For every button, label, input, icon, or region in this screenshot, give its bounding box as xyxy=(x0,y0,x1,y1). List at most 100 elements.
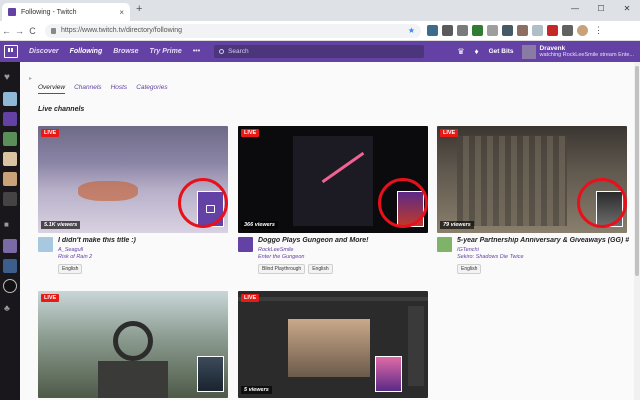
stream-thumbnail[interactable]: LIVE 366 viewers xyxy=(238,126,428,233)
tab-categories[interactable]: Categories xyxy=(136,84,167,94)
get-bits-button[interactable]: Get Bits xyxy=(489,48,514,55)
expand-sidebar-icon[interactable]: ▸ xyxy=(29,75,32,82)
tab-hosts[interactable]: Hosts xyxy=(111,84,128,94)
tab-channels[interactable]: Channels xyxy=(74,84,101,94)
nav-browse[interactable]: Browse xyxy=(113,48,138,55)
channel-card: LIVE 5.1K viewers I didn't make this tit… xyxy=(38,126,228,277)
followed-channel-avatar[interactable] xyxy=(3,112,17,126)
extension-icon[interactable] xyxy=(487,25,498,36)
stream-title[interactable]: I didn't make this title :) xyxy=(58,237,230,244)
thumbnail-fire-shape xyxy=(78,181,138,201)
top-nav-actions: ♛ ♦ Get Bits xyxy=(457,47,513,56)
extension-icon[interactable] xyxy=(517,25,528,36)
game-name[interactable]: Sekiro: Shadows Die Twice xyxy=(457,254,524,260)
nav-try-prime[interactable]: Try Prime xyxy=(150,48,182,55)
tag[interactable]: English xyxy=(308,264,333,274)
extension-icon[interactable] xyxy=(532,25,543,36)
thumbnail-arena-shape xyxy=(293,136,373,226)
extension-icon[interactable] xyxy=(442,25,453,36)
followed-channels-sidebar: ♥ ■ ♣ xyxy=(0,62,20,400)
section-title: Live channels xyxy=(38,106,85,113)
close-window-button[interactable]: ✕ xyxy=(614,0,640,16)
live-badge: LIVE xyxy=(41,129,60,137)
followed-channel-avatar[interactable] xyxy=(3,192,17,206)
followed-channel-avatar[interactable] xyxy=(3,279,17,293)
extension-icon[interactable] xyxy=(472,25,483,36)
stream-thumbnail[interactable]: LIVE 5 viewers xyxy=(238,291,428,398)
channel-card: LIVE 5 viewers xyxy=(238,291,428,398)
channel-name[interactable]: A_Seagull xyxy=(58,247,83,253)
following-tabs: Overview Channels Hosts Categories xyxy=(38,84,168,94)
friends-heart-icon[interactable]: ♥ xyxy=(4,72,10,83)
extension-icon[interactable] xyxy=(457,25,468,36)
stream-title[interactable]: Doggo Plays Gungeon and More! xyxy=(258,237,430,244)
stream-thumbnail[interactable]: LIVE xyxy=(38,291,228,398)
maximize-button[interactable]: ☐ xyxy=(588,0,614,16)
tag[interactable]: Blind Playthrough xyxy=(258,264,306,274)
avatar[interactable] xyxy=(238,237,253,252)
followed-channel-avatar[interactable] xyxy=(3,172,17,186)
stream-thumbnail[interactable]: LIVE 79 viewers xyxy=(437,126,627,233)
followed-channel-avatar[interactable] xyxy=(3,92,17,106)
game-name[interactable]: Risk of Rain 2 xyxy=(58,254,92,260)
nav-discover[interactable]: Discover xyxy=(29,48,59,55)
new-tab-button[interactable]: + xyxy=(136,3,142,15)
followed-channel-avatar[interactable] xyxy=(3,132,17,146)
tab-overview[interactable]: Overview xyxy=(38,84,66,94)
extension-icon[interactable] xyxy=(502,25,513,36)
extension-icon[interactable] xyxy=(562,25,573,36)
crown-icon[interactable]: ♛ xyxy=(457,47,464,56)
bookmark-star-icon[interactable]: ★ xyxy=(408,26,415,35)
url-field[interactable]: https://www.twitch.tv/directory/followin… xyxy=(45,23,421,38)
tab-title: Following - Twitch xyxy=(21,8,77,16)
thumbnail-building-shape xyxy=(457,136,567,226)
twitch-logo-icon[interactable] xyxy=(4,45,18,58)
add-friends-icon[interactable]: ♣ xyxy=(4,303,10,313)
card-meta: I didn't make this title :) A_Seagull Ri… xyxy=(38,237,228,277)
thumbnail-artwork-shape xyxy=(288,319,370,377)
forward-button[interactable]: → xyxy=(13,26,26,36)
profile-avatar-icon[interactable] xyxy=(577,25,588,36)
extension-icon[interactable] xyxy=(547,25,558,36)
browser-menu-icon[interactable]: ⋮ xyxy=(592,25,605,36)
channel-name[interactable]: IGTenchi xyxy=(457,247,479,253)
game-boxart[interactable] xyxy=(197,356,224,392)
followed-channel-avatar[interactable] xyxy=(3,152,17,166)
avatar[interactable] xyxy=(437,237,452,252)
page-scrollbar[interactable] xyxy=(634,62,640,400)
stream-thumbnail[interactable]: LIVE 5.1K viewers xyxy=(38,126,228,233)
scrollbar-thumb[interactable] xyxy=(635,66,639,276)
nav-more[interactable]: ••• xyxy=(193,48,200,55)
minimize-button[interactable]: — xyxy=(562,0,588,16)
browser-tab[interactable]: Following - Twitch × xyxy=(2,3,130,21)
video-camera-icon[interactable]: ■ xyxy=(4,220,9,229)
game-name[interactable]: Enter the Gungeon xyxy=(258,254,304,260)
nav-following[interactable]: Following xyxy=(70,48,103,55)
game-boxart[interactable] xyxy=(375,356,402,392)
window-controls: — ☐ ✕ xyxy=(562,0,640,16)
followed-channel-avatar[interactable] xyxy=(3,259,17,273)
username: Dravenk xyxy=(539,45,566,52)
live-badge: LIVE xyxy=(440,129,459,137)
avatar xyxy=(521,44,536,59)
browser-tab-bar: Following - Twitch × + — ☐ ✕ xyxy=(0,0,640,21)
avatar[interactable] xyxy=(38,237,53,252)
live-badge: LIVE xyxy=(41,294,60,302)
channel-name[interactable]: RockLeeSmile xyxy=(258,247,293,253)
live-badge: LIVE xyxy=(241,294,260,302)
reload-button[interactable]: C xyxy=(26,26,39,36)
extension-icons xyxy=(427,25,588,36)
channel-card: LIVE 79 viewers 5-year Partnership Anniv… xyxy=(437,126,629,277)
user-menu[interactable]: Dravenk watching RockLeeSmile stream Ent… xyxy=(521,44,634,59)
back-button[interactable]: ← xyxy=(0,26,13,36)
main-content: ▸ Overview Channels Hosts Categories Liv… xyxy=(20,62,640,400)
notifications-bell-icon[interactable]: ♦ xyxy=(475,47,479,56)
tag[interactable]: English xyxy=(457,264,482,274)
tag[interactable]: English xyxy=(58,264,83,274)
tab-close-icon[interactable]: × xyxy=(119,8,124,17)
stream-title[interactable]: 5-year Partnership Anniversary & Giveawa… xyxy=(457,237,629,244)
user-status: watching RockLeeSmile stream Ente... xyxy=(539,52,634,58)
search-input[interactable]: Search xyxy=(214,45,425,58)
followed-channel-avatar[interactable] xyxy=(3,239,17,253)
extension-icon[interactable] xyxy=(427,25,438,36)
